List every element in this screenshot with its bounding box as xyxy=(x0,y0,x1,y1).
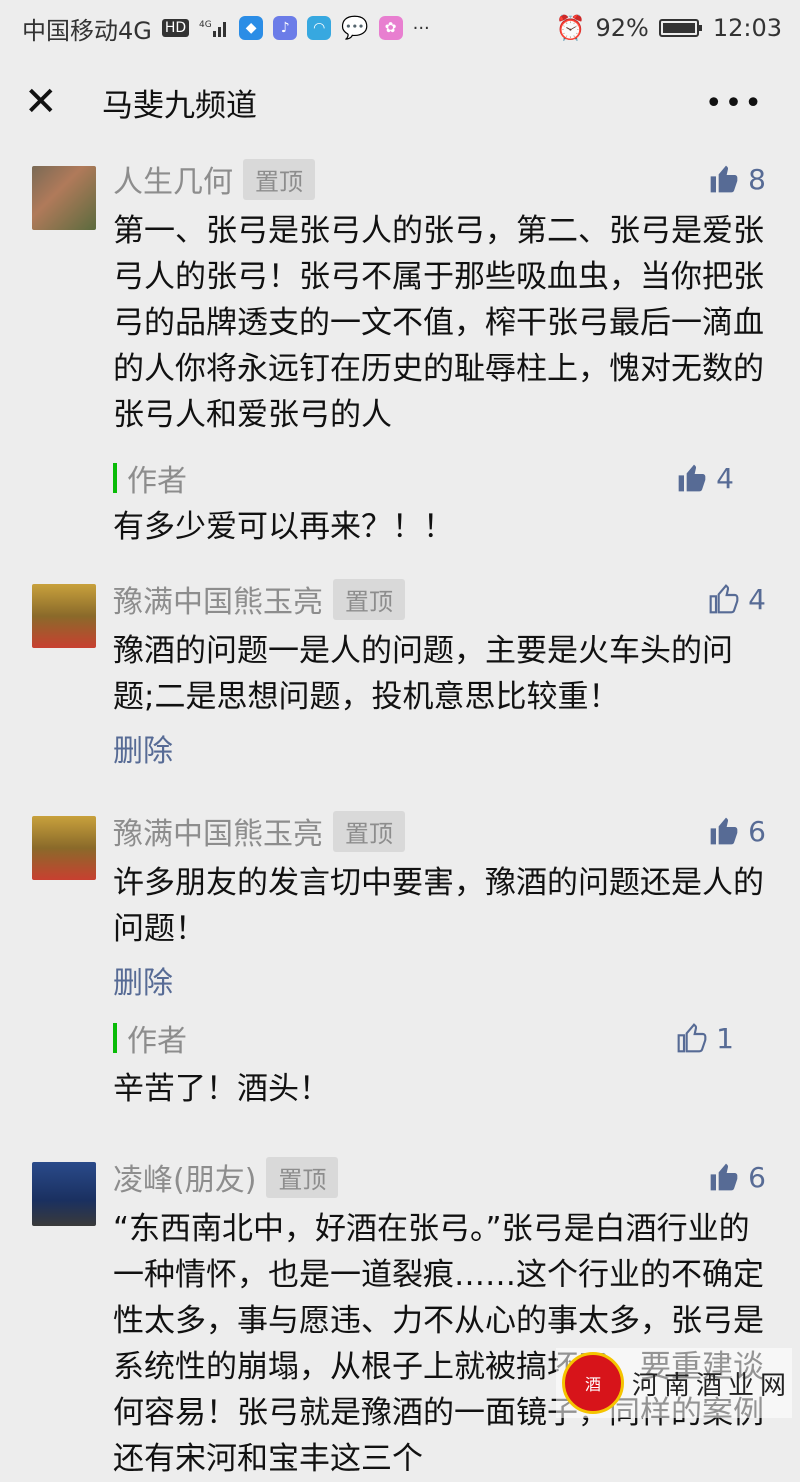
reply-author: 作者 xyxy=(127,1024,187,1059)
hd-icon: HD xyxy=(161,19,190,37)
reply-text: 有多少爱可以再来？！！ xyxy=(113,509,454,545)
comment-nickname[interactable]: 凌峰(朋友) xyxy=(113,1155,256,1199)
pinned-badge: 置顶 xyxy=(333,578,405,620)
delete-link[interactable]: 删除 xyxy=(113,726,768,770)
more-icon[interactable]: ••• xyxy=(705,86,764,121)
comment-text: “东西南北中，好酒在张弓。”张弓是白酒行业的一种情怀，也是一道裂痕……这个行业的… xyxy=(113,1211,764,1477)
comment-item: 人生几何 置顶 8 第一、张弓是张弓人的张弓，第二、张弓是爱张弓人的张弓！张弓不… xyxy=(0,150,800,550)
avatar[interactable] xyxy=(32,816,96,880)
watermark: 酒 河南酒业网 xyxy=(556,1348,792,1418)
reply-like-button[interactable]: 1 xyxy=(676,1022,734,1055)
browser-app-icon: ◠ xyxy=(307,16,332,40)
comment-item: 凌峰(朋友) 置顶 6 “东西南北中，好酒在张弓。”张弓是白酒行业的一种情怀，也… xyxy=(0,1148,800,1482)
comment-item: 豫满中国熊玉亮 置顶 4 豫酒的问题一是人的问题，主要是火车头的问题;二是思想问… xyxy=(0,570,800,784)
comment-list: 人生几何 置顶 8 第一、张弓是张弓人的张弓，第二、张弓是爱张弓人的张弓！张弓不… xyxy=(0,150,800,1482)
comment-text: 豫酒的问题一是人的问题，主要是火车头的问题;二是思想问题，投机意思比较重！ xyxy=(113,633,733,715)
like-button[interactable]: 8 xyxy=(708,163,766,196)
watermark-text: 河南酒业网 xyxy=(632,1370,793,1401)
pinned-badge: 置顶 xyxy=(266,1156,339,1198)
svg-text:4G: 4G xyxy=(199,20,212,30)
like-button[interactable]: 6 xyxy=(708,1161,766,1194)
thumbs-up-filled-icon xyxy=(710,817,738,845)
like-count: 6 xyxy=(748,1160,766,1194)
like-button[interactable]: 6 xyxy=(708,815,766,848)
reply-author: 作者 xyxy=(127,464,187,499)
delete-link[interactable]: 删除 xyxy=(113,958,768,1002)
comment-nickname[interactable]: 豫满中国熊玉亮 xyxy=(113,809,323,853)
like-count: 4 xyxy=(716,461,734,495)
reply-text: 辛苦了！酒头！ xyxy=(113,1071,330,1107)
author-indicator xyxy=(113,1023,117,1053)
shield-app-icon: ◆ xyxy=(239,16,264,40)
status-bar: 中国移动4G HD 4G ◆ ♪ ◠ 💬 ✿ ··· ⏰ 92% 12:03 xyxy=(0,0,800,56)
avatar[interactable] xyxy=(32,584,96,648)
alarm-icon: ⏰ xyxy=(555,14,586,42)
like-count: 4 xyxy=(748,582,766,616)
thumbs-up-filled-icon xyxy=(710,165,738,193)
watermark-logo-icon: 酒 xyxy=(562,1352,624,1414)
avatar[interactable] xyxy=(32,1162,96,1226)
author-indicator xyxy=(113,463,117,493)
comment-text: 许多朋友的发言切中要害，豫酒的问题还是人的问题！ xyxy=(113,865,764,947)
more-notifications-icon: ··· xyxy=(412,17,430,39)
comment-nickname[interactable]: 人生几何 xyxy=(113,157,233,201)
page-title: 马斐九频道 xyxy=(102,87,257,124)
avatar[interactable] xyxy=(32,166,96,230)
battery-icon xyxy=(658,17,703,39)
nav-bar: ✕ 马斐九频道 ••• xyxy=(0,56,800,148)
wechat-icon: 💬 xyxy=(341,15,369,41)
signal-icon: 4G xyxy=(199,17,229,39)
pinned-badge: 置顶 xyxy=(333,810,405,852)
comment-text: 第一、张弓是张弓人的张弓，第二、张弓是爱张弓人的张弓！张弓不属于那些吸血虫，当你… xyxy=(113,213,764,433)
music-app-icon: ♪ xyxy=(273,16,298,40)
carrier-label: 中国移动4G xyxy=(22,16,152,45)
like-count: 8 xyxy=(748,162,766,196)
battery-percent: 92% xyxy=(595,14,649,42)
author-reply: 作者 1 辛苦了！酒头！ xyxy=(113,1016,768,1112)
reply-like-button[interactable]: 4 xyxy=(676,462,734,495)
thumbs-up-filled-icon xyxy=(710,1163,738,1191)
close-icon[interactable]: ✕ xyxy=(24,79,64,125)
thumbs-up-outline-icon xyxy=(709,584,739,614)
like-count: 1 xyxy=(716,1021,734,1055)
gallery-app-icon: ✿ xyxy=(378,16,403,40)
like-button[interactable]: 4 xyxy=(708,583,766,616)
comment-item: 豫满中国熊玉亮 置顶 6 许多朋友的发言切中要害，豫酒的问题还是人的问题！ 删除… xyxy=(0,802,800,1118)
clock: 12:03 xyxy=(712,14,782,42)
thumbs-up-outline-icon xyxy=(677,1023,707,1053)
comment-nickname[interactable]: 豫满中国熊玉亮 xyxy=(113,577,323,621)
author-reply: 作者 4 有多少爱可以再来？！！ xyxy=(113,456,768,550)
thumbs-up-filled-icon xyxy=(678,464,706,492)
pinned-badge: 置顶 xyxy=(243,158,315,200)
like-count: 6 xyxy=(748,814,766,848)
